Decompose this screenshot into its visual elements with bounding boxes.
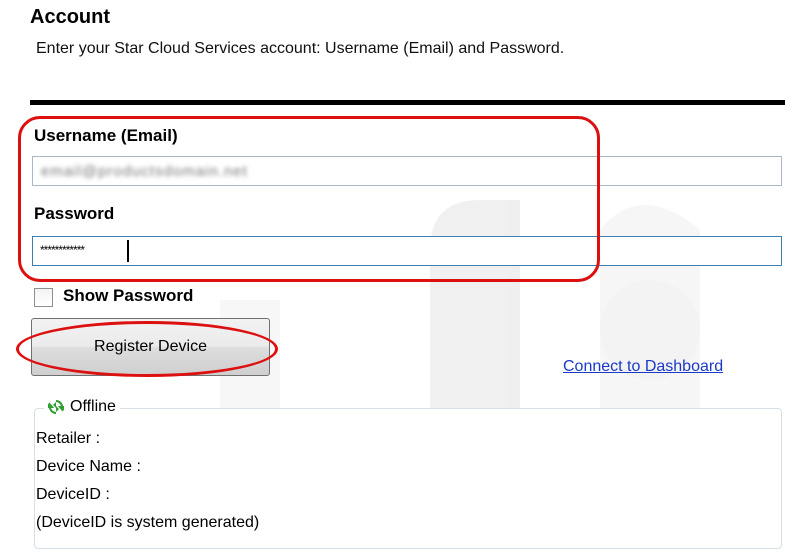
account-title: Account xyxy=(30,6,110,28)
refresh-icon xyxy=(48,400,64,414)
device-name-label: Device Name : xyxy=(36,458,141,475)
account-description: Enter your Star Cloud Services account: … xyxy=(36,40,565,57)
connect-dashboard-link[interactable]: Connect to Dashboard xyxy=(563,358,723,376)
retailer-label: Retailer : xyxy=(36,430,101,447)
status-legend: Offline xyxy=(44,398,120,416)
credentials-highlight xyxy=(18,116,600,282)
show-password-checkbox[interactable] xyxy=(34,288,53,307)
device-id-label: DeviceID : xyxy=(36,486,110,503)
status-legend-text: Offline xyxy=(70,398,116,415)
section-divider xyxy=(30,100,785,105)
device-id-note: (DeviceID is system generated) xyxy=(36,514,260,531)
register-button-highlight xyxy=(16,321,278,377)
show-password-label[interactable]: Show Password xyxy=(63,286,193,306)
